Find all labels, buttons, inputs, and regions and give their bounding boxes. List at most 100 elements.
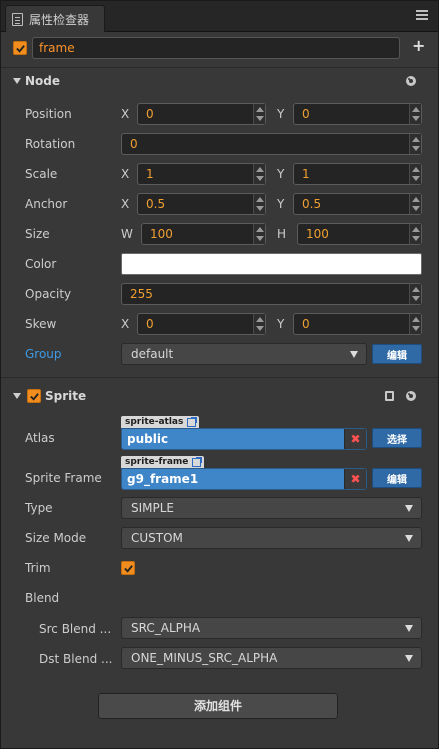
anchor-x-input[interactable]: 0.5 (137, 193, 266, 215)
settings-gear-icon[interactable] (406, 76, 416, 86)
size-w-label: W (121, 227, 133, 241)
sprite-frame-edit-button[interactable]: 编辑 (372, 468, 422, 488)
scale-y-label: Y (277, 167, 285, 181)
node-name-input[interactable]: frame (32, 37, 400, 59)
size-mode-select[interactable]: CUSTOM (121, 527, 422, 549)
dropdown-arrow-icon (405, 655, 413, 662)
stepper[interactable] (409, 134, 421, 154)
position-x-input[interactable]: 0 (137, 103, 266, 125)
scale-x-input[interactable]: 1 (137, 163, 266, 185)
rotation-input[interactable]: 0 (121, 133, 422, 155)
asset-type-text: sprite-frame (125, 457, 189, 467)
skew-x-input[interactable]: 0 (137, 313, 266, 335)
stepper[interactable] (409, 164, 421, 184)
tab-inspector[interactable]: 属性检查器 (5, 5, 105, 32)
scale-y-input[interactable]: 1 (293, 163, 422, 185)
size-w-value: 100 (150, 227, 173, 241)
anchor-y-input[interactable]: 0.5 (293, 193, 422, 215)
node-section-header[interactable]: Node (1, 69, 438, 93)
collapse-triangle-icon[interactable] (13, 393, 21, 399)
skew-x-label: X (121, 317, 130, 331)
size-w-input[interactable]: 100 (141, 223, 266, 245)
rotation-value: 0 (130, 137, 138, 151)
color-picker[interactable] (121, 253, 422, 275)
stepper[interactable] (409, 284, 421, 304)
stepper[interactable] (253, 194, 265, 214)
opacity-label: Opacity (25, 287, 72, 301)
group-select[interactable]: default (121, 343, 367, 365)
clear-icon[interactable]: ✖ (344, 429, 366, 449)
dst-blend-value: ONE_MINUS_SRC_ALPHA (131, 651, 278, 665)
size-h-input[interactable]: 100 (297, 223, 422, 245)
sprite-frame-value: g9_frame1 (127, 472, 199, 486)
skew-y-input[interactable]: 0 (293, 313, 422, 335)
divider (1, 67, 438, 68)
stepper[interactable] (253, 314, 265, 334)
position-y-value: 0 (302, 107, 310, 121)
add-icon[interactable]: + (412, 38, 425, 54)
skew-x-value: 0 (146, 317, 154, 331)
position-label: Position (25, 107, 72, 121)
checkmark-icon (15, 44, 25, 53)
inspector-panel: 属性检查器 frame + Node Position X 0 Y 0 Rota… (0, 0, 439, 749)
sprite-frame-asset-field[interactable]: sprite-frame g9_frame1 ✖ (121, 456, 367, 490)
dropdown-arrow-icon (405, 625, 413, 632)
sprite-enabled-checkbox[interactable] (27, 389, 41, 403)
stepper[interactable] (253, 104, 265, 124)
stepper[interactable] (409, 194, 421, 214)
dropdown-arrow-icon (405, 505, 413, 512)
external-link-icon[interactable] (187, 417, 198, 427)
dst-blend-label: Dst Blend ... (39, 652, 113, 666)
atlas-value: public (127, 432, 169, 446)
sprite-section-header[interactable]: Sprite (1, 384, 438, 408)
sprite-section-title: Sprite (45, 389, 87, 403)
asset-type-text: sprite-atlas (125, 417, 184, 427)
opacity-value: 255 (130, 287, 153, 301)
atlas-select-button[interactable]: 选择 (372, 428, 422, 448)
color-label: Color (25, 257, 57, 271)
divider (1, 377, 438, 378)
node-active-checkbox[interactable] (13, 41, 27, 55)
scale-x-label: X (121, 167, 130, 181)
trim-label: Trim (25, 561, 51, 575)
trim-checkbox[interactable] (121, 561, 135, 575)
stepper[interactable] (409, 104, 421, 124)
anchor-y-label: Y (277, 197, 285, 211)
tab-title: 属性检查器 (29, 12, 90, 27)
src-blend-select[interactable]: SRC_ALPHA (121, 617, 422, 639)
sprite-frame-value-field[interactable]: g9_frame1 ✖ (121, 468, 367, 490)
inspector-icon (12, 12, 23, 26)
scale-y-value: 1 (302, 167, 310, 181)
position-y-input[interactable]: 0 (293, 103, 422, 125)
stepper[interactable] (409, 314, 421, 334)
external-link-icon[interactable] (192, 457, 203, 467)
group-value: default (131, 347, 174, 361)
group-edit-button[interactable]: 编辑 (372, 344, 422, 364)
size-label: Size (25, 227, 50, 241)
stepper[interactable] (253, 224, 265, 244)
type-select[interactable]: SIMPLE (121, 497, 422, 519)
settings-gear-icon[interactable] (406, 391, 416, 401)
stepper[interactable] (409, 224, 421, 244)
size-h-value: 100 (306, 227, 329, 241)
checkmark-icon (29, 392, 39, 401)
stepper[interactable] (253, 164, 265, 184)
help-book-icon[interactable] (385, 391, 394, 401)
anchor-x-label: X (121, 197, 130, 211)
atlas-asset-field[interactable]: sprite-atlas public ✖ (121, 416, 367, 450)
dropdown-arrow-icon (350, 351, 358, 358)
add-component-button[interactable]: 添加组件 (98, 693, 338, 719)
atlas-value-field[interactable]: public ✖ (121, 428, 367, 450)
opacity-input[interactable]: 255 (121, 283, 422, 305)
size-mode-label: Size Mode (25, 531, 87, 545)
scale-x-value: 1 (146, 167, 154, 181)
skew-y-value: 0 (302, 317, 310, 331)
clear-icon[interactable]: ✖ (344, 469, 366, 489)
collapse-triangle-icon[interactable] (13, 78, 21, 84)
size-mode-value: CUSTOM (131, 531, 183, 545)
dst-blend-select[interactable]: ONE_MINUS_SRC_ALPHA (121, 647, 422, 669)
panel-menu-icon[interactable] (416, 10, 428, 20)
skew-y-label: Y (277, 317, 285, 331)
scale-label: Scale (25, 167, 58, 181)
group-label[interactable]: Group (25, 347, 62, 361)
